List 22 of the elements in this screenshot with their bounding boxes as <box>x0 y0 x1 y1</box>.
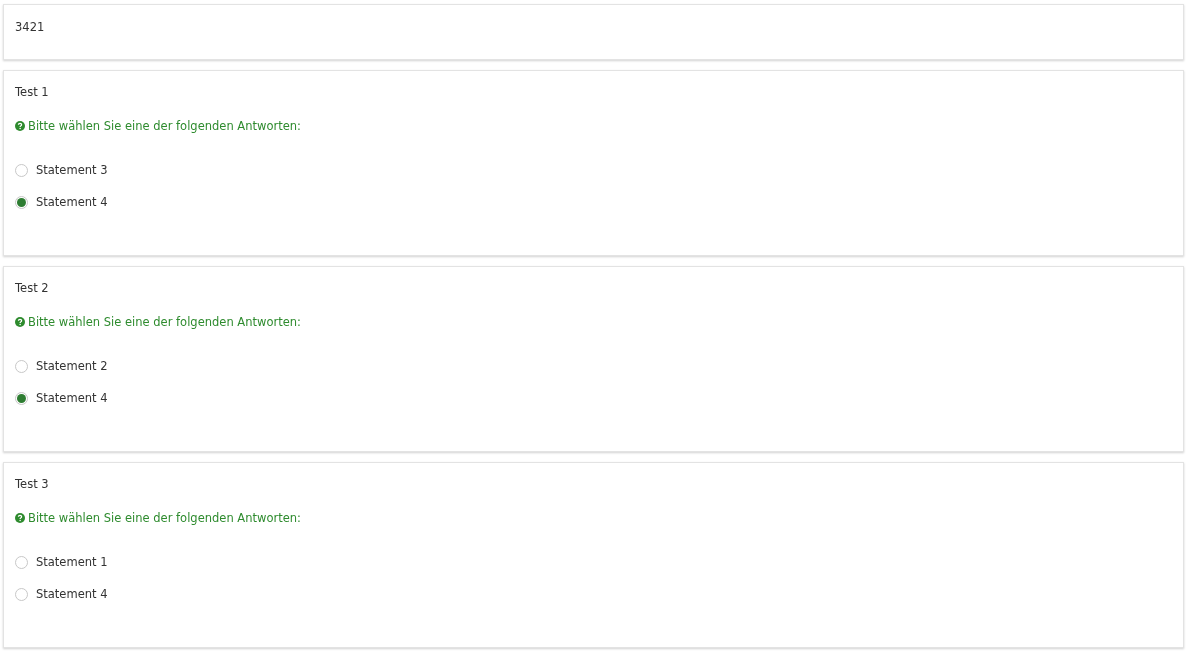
radio-button[interactable] <box>15 163 28 177</box>
radio-button[interactable] <box>15 195 28 209</box>
option-label[interactable]: Statement 1 <box>36 555 108 569</box>
help-icon <box>15 121 25 131</box>
question-title: Test 3 <box>15 477 50 493</box>
radio-button[interactable] <box>15 359 28 373</box>
radio-button[interactable] <box>15 555 28 569</box>
option-label[interactable]: Statement 3 <box>36 163 108 177</box>
option-label[interactable]: Statement 4 <box>36 587 108 601</box>
radio-button[interactable] <box>15 391 28 405</box>
question-title: Test 2 <box>15 281 50 297</box>
help-icon <box>15 513 25 523</box>
option-label[interactable]: Statement 4 <box>36 195 108 209</box>
instruction-text: Bitte wählen Sie eine der folgenden Antworten: <box>28 511 301 525</box>
instruction-text: Bitte wählen Sie eine der folgenden Antworten: <box>28 119 301 133</box>
instruction-text: Bitte wählen Sie eine der folgenden Antworten: <box>28 315 301 329</box>
question-title: Test 1 <box>15 85 50 101</box>
radio-button[interactable] <box>15 587 28 601</box>
help-icon <box>15 317 25 327</box>
record-number: 3421 <box>15 20 45 34</box>
option-label[interactable]: Statement 4 <box>36 391 108 405</box>
option-label[interactable]: Statement 2 <box>36 359 108 373</box>
